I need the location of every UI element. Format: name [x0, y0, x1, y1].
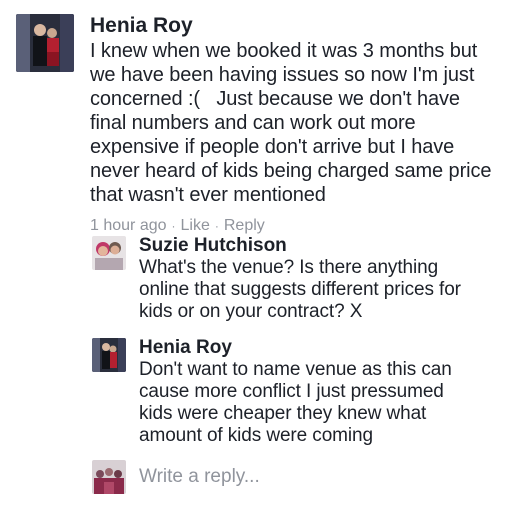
comment: Henia Roy I knew when we booked it was 3…: [16, 14, 506, 235]
profile-photo-icon: [92, 338, 126, 372]
comment-text-line: expensive if people don't arrive but I h…: [90, 136, 455, 158]
reply-author[interactable]: Suzie Hutchison: [139, 234, 502, 257]
comment-text-line: final numbers and can work out more: [90, 112, 416, 134]
comment-text-line: never heard of kids being charged same p…: [90, 160, 492, 182]
reply-text-line: cause more conflict I just pressumed: [139, 381, 444, 402]
avatar[interactable]: [16, 14, 74, 72]
profile-photo-icon: [92, 460, 126, 494]
comment-text-line: that wasn't ever mentioned: [90, 184, 326, 206]
reply-composer[interactable]: Write a reply...: [92, 460, 502, 494]
reply: Henia Roy Don't want to name venue as th…: [92, 336, 502, 447]
avatar: [92, 460, 126, 494]
reply-author[interactable]: Henia Roy: [139, 336, 502, 359]
meta-separator: ·: [171, 219, 176, 233]
reply-text-line: online that suggests different prices fo…: [139, 279, 461, 300]
comment-text-line: I knew when we booked it was 3 months bu…: [90, 40, 478, 62]
reply-input[interactable]: Write a reply...: [139, 466, 260, 488]
comment-timestamp[interactable]: 1 hour ago: [90, 217, 167, 235]
reply-text-line: Don't want to name venue as this can: [139, 359, 452, 380]
reply-link[interactable]: Reply: [224, 217, 265, 235]
avatar[interactable]: [92, 338, 126, 372]
comment-text-line: concerned :( Just because we don't have: [90, 88, 460, 110]
avatar[interactable]: [92, 236, 126, 270]
reply-text-line: kids were cheaper they knew what: [139, 403, 427, 424]
reply-text-line: amount of kids were coming: [139, 425, 373, 446]
profile-photo-icon: [92, 236, 126, 270]
meta-separator: ·: [214, 219, 219, 233]
reply-text-line: What's the venue? Is there anything: [139, 257, 439, 278]
comment-text-line: we have been having issues so now I'm ju…: [90, 64, 475, 86]
comment-author[interactable]: Henia Roy: [90, 14, 506, 38]
reply-text-line: kids or on your contract? X: [139, 301, 363, 322]
comment-meta: 1 hour ago · Like · Reply: [90, 217, 506, 235]
reply: Suzie Hutchison What's the venue? Is the…: [92, 234, 502, 323]
profile-photo-icon: [16, 14, 74, 72]
like-link[interactable]: Like: [181, 217, 210, 235]
